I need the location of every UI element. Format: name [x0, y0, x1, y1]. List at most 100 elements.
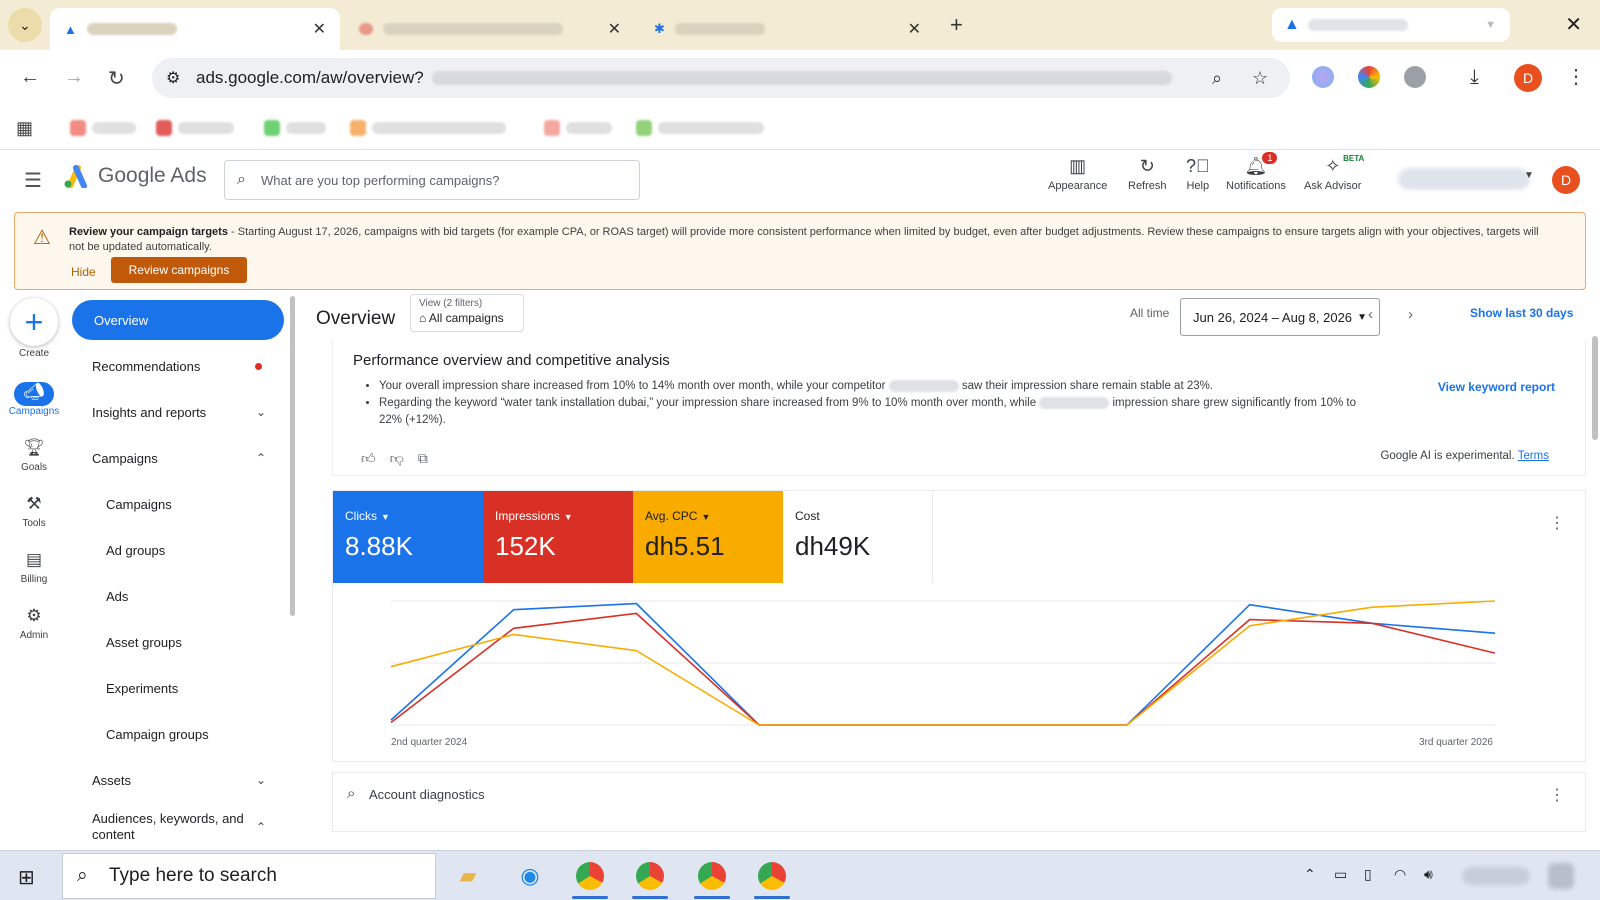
metric-impressions[interactable]: Impressions ▼ 152K	[483, 491, 633, 583]
windows-start-icon[interactable]: ⊞	[18, 865, 35, 890]
browser-tab-google-ads[interactable]: ▲ ✕	[50, 8, 340, 50]
new-tab-icon[interactable]: +	[950, 12, 963, 38]
reload-icon[interactable]: ↻	[108, 66, 125, 91]
chevron-right-icon[interactable]: ›	[1408, 306, 1413, 323]
nav-asset-groups[interactable]: Asset groups	[70, 622, 286, 662]
nav-ads[interactable]: Ads	[70, 576, 286, 616]
extension-icon[interactable]	[1404, 66, 1426, 88]
advisor-icon: ✧ BETA	[1325, 154, 1365, 176]
date-range-picker[interactable]: Jun 26, 2024 – Aug 8, 2026 ▼	[1180, 298, 1380, 336]
window-close-icon[interactable]: ✕	[1565, 12, 1582, 37]
rail-item-tools[interactable]: ⚒ Tools	[0, 494, 68, 529]
google-ads-logo[interactable]: Google Ads	[62, 164, 207, 188]
chevron-down-icon[interactable]: ▼	[1524, 170, 1534, 181]
metric-avg-cpc[interactable]: Avg. CPC ▼ dh5.51	[633, 491, 783, 583]
bookmark-item[interactable]	[544, 120, 612, 136]
browser-menu-icon[interactable]: ⋮	[1566, 64, 1586, 89]
rail-item-goals[interactable]: 🏆︎ Goals	[0, 438, 68, 473]
bookmark-star-icon[interactable]: ☆	[1252, 68, 1268, 89]
url-omnibox[interactable]: ⚙ ads.google.com/aw/overview?	[152, 58, 1290, 98]
chrome-browser-icon[interactable]	[750, 857, 794, 899]
chevron-left-icon[interactable]: ‹	[1368, 306, 1373, 323]
show-last-30-days-button[interactable]: Show last 30 days	[1470, 306, 1573, 320]
zoom-icon[interactable]: ⌕	[1212, 68, 1222, 89]
bookmark-item[interactable]	[264, 120, 326, 136]
hamburger-menu-icon[interactable]: ☰	[24, 168, 42, 193]
tab-favicon-icon	[359, 23, 373, 35]
nav-label: Insights and reports	[92, 404, 207, 420]
bookmark-item[interactable]	[636, 120, 764, 136]
browser-profile-avatar[interactable]: D	[1514, 64, 1542, 92]
perf-title: Performance overview and competitive ana…	[353, 352, 670, 369]
edge-browser-icon[interactable]: ◉	[508, 857, 552, 895]
account-selector[interactable]	[1398, 168, 1530, 190]
battery-icon[interactable]: ▭	[1334, 866, 1347, 883]
hide-banner-link[interactable]: Hide	[71, 265, 96, 279]
create-button[interactable]: +	[10, 298, 58, 346]
close-tab-icon[interactable]: ✕	[313, 19, 326, 39]
browser-tab-2[interactable]: ✕	[345, 8, 635, 50]
appearance-button[interactable]: ▥ Appearance	[1048, 156, 1107, 192]
nav-insights-and-reports[interactable]: Insights and reports ⌄	[70, 392, 286, 432]
forward-arrow-icon[interactable]: →	[64, 66, 84, 89]
ask-advisor-button[interactable]: ✧ BETA Ask Advisor	[1304, 154, 1365, 192]
rail-item-admin[interactable]: ⚙ Admin	[0, 606, 68, 641]
nav-experiments[interactable]: Experiments	[70, 668, 286, 708]
nav-campaigns-group[interactable]: Campaigns ⌃	[70, 438, 286, 478]
nav-campaign-groups[interactable]: Campaign groups	[70, 714, 286, 754]
bookmark-item[interactable]	[156, 120, 234, 136]
chrome-browser-icon[interactable]	[690, 857, 734, 899]
bookmark-item[interactable]	[350, 120, 506, 136]
thumbs-down-icon[interactable]: 👎︎	[390, 450, 404, 467]
thumbs-up-icon[interactable]: 👍︎	[361, 450, 376, 467]
chevron-up-icon[interactable]: ⌃	[1304, 866, 1316, 883]
chart-more-options-icon[interactable]: ⋮	[1549, 513, 1565, 533]
view-filter-selector[interactable]: View (2 filters) ⌂ All campaigns	[410, 294, 524, 332]
diagnostics-more-icon[interactable]: ⋮	[1549, 785, 1565, 805]
extension-icon[interactable]	[1358, 66, 1380, 88]
notification-center-icon[interactable]	[1548, 863, 1574, 889]
metric-cost[interactable]: Cost dh49K	[783, 491, 933, 583]
main-scrollbar[interactable]	[1592, 336, 1598, 440]
ads-account-avatar[interactable]: D	[1552, 166, 1580, 194]
view-keyword-report-link[interactable]: View keyword report	[1438, 380, 1555, 394]
bookmark-item[interactable]	[70, 120, 136, 136]
tab-title-redacted	[86, 23, 177, 35]
nav-recommendations[interactable]: Recommendations	[70, 346, 286, 386]
chrome-browser-icon[interactable]	[628, 857, 672, 899]
nav-campaigns[interactable]: Campaigns	[70, 484, 286, 524]
nav-audiences-keywords-content[interactable]: Audiences, keywords, and content ⌃	[70, 804, 286, 850]
apps-grid-icon[interactable]: ▦	[16, 118, 33, 139]
volume-icon[interactable]: 🔊︎	[1424, 866, 1433, 883]
chevron-up-icon: ⌃	[255, 820, 266, 834]
sidenav-scrollbar[interactable]	[290, 296, 295, 616]
help-button[interactable]: ?⃝ Help	[1186, 156, 1210, 192]
back-arrow-icon[interactable]: ←	[20, 66, 40, 89]
review-campaigns-button[interactable]: Review campaigns	[111, 257, 247, 283]
file-explorer-icon[interactable]: ▰	[446, 857, 490, 895]
nav-ad-groups[interactable]: Ad groups	[70, 530, 286, 570]
close-tab-icon[interactable]: ✕	[908, 19, 921, 39]
browser-tab-3[interactable]: ✱ ✕	[640, 8, 935, 50]
metric-clicks[interactable]: Clicks ▼ 8.88K	[333, 491, 483, 583]
notifications-button[interactable]: 🔔︎ 1 Notifications	[1226, 152, 1286, 192]
rail-item-billing[interactable]: ▤ Billing	[0, 550, 68, 585]
tab-search-menu-button[interactable]: ⌄	[8, 8, 42, 42]
copy-icon[interactable]: ⧉	[418, 450, 428, 467]
site-settings-icon[interactable]: ⚙	[166, 68, 180, 88]
close-tab-icon[interactable]: ✕	[608, 19, 621, 39]
taskbar-search-box[interactable]: ⌕ Type here to search	[62, 853, 436, 899]
ads-search-input[interactable]: ⌕ What are you top performing campaigns?	[224, 160, 640, 200]
chrome-browser-icon[interactable]	[568, 857, 612, 899]
extension-icon[interactable]	[1312, 66, 1334, 88]
device-icon[interactable]: ▯	[1364, 866, 1372, 883]
profile-tab-chip[interactable]: ▲ ▼	[1272, 8, 1510, 42]
terms-link[interactable]: Terms	[1518, 450, 1549, 462]
nav-overview[interactable]: Overview	[72, 300, 284, 340]
refresh-button[interactable]: ↻ Refresh	[1128, 156, 1167, 192]
download-icon[interactable]: ⤓	[1470, 66, 1479, 89]
wifi-icon[interactable]: ◠	[1394, 866, 1406, 883]
nav-assets[interactable]: Assets ⌄	[70, 760, 286, 800]
account-diagnostics-card[interactable]: ⌕ Account diagnostics ⋮	[332, 772, 1586, 832]
rail-item-campaigns[interactable]: 📣︎ Campaigns	[0, 382, 68, 417]
